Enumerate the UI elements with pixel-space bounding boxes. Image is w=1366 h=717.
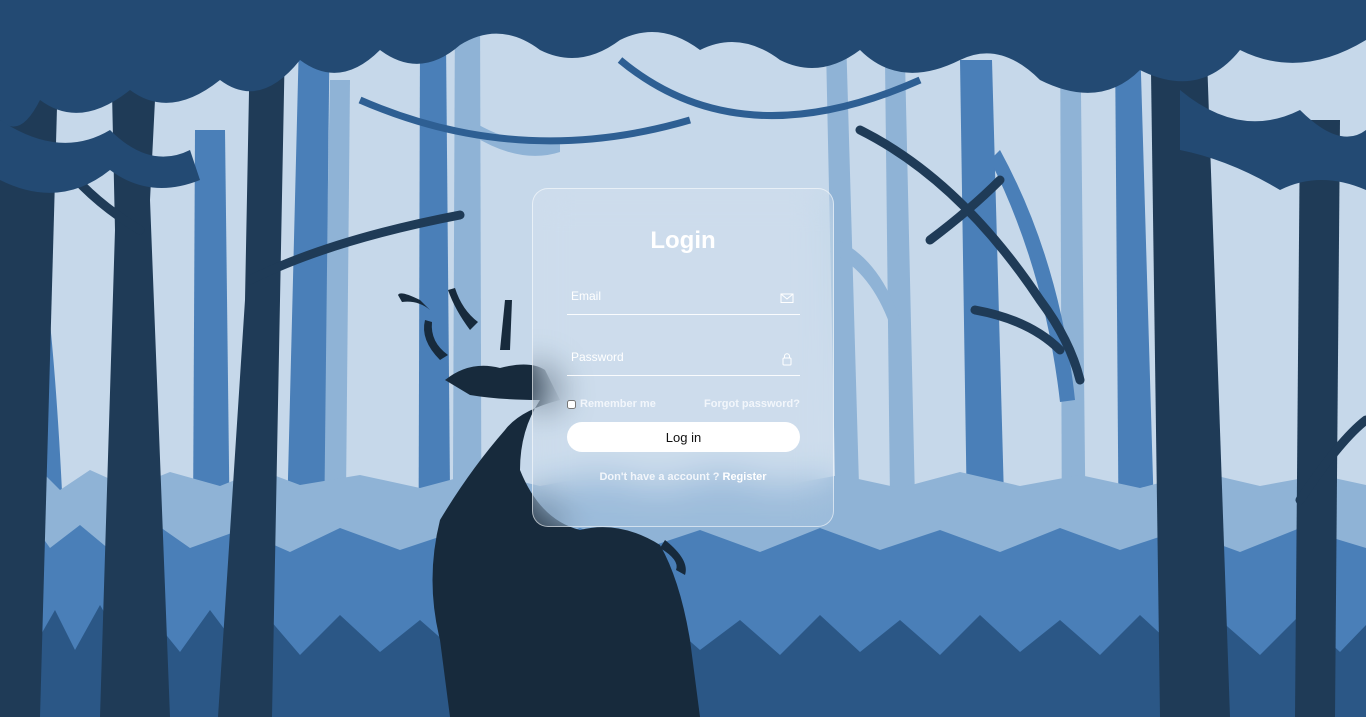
- register-prompt: Don't have a account ?: [599, 471, 720, 483]
- email-input[interactable]: [567, 281, 777, 311]
- lock-icon: [782, 353, 792, 366]
- forgot-password-link[interactable]: Forgot password?: [704, 398, 800, 410]
- envelope-icon: [780, 293, 794, 303]
- remember-me-label: Remember me: [580, 398, 656, 410]
- password-input[interactable]: [567, 342, 777, 372]
- password-field: [567, 342, 800, 376]
- remember-me[interactable]: Remember me: [567, 398, 656, 410]
- register-link[interactable]: Register: [723, 471, 767, 483]
- login-button[interactable]: Log in: [567, 422, 800, 452]
- remember-me-checkbox[interactable]: [567, 399, 576, 409]
- email-field: [567, 281, 800, 315]
- register-line: Don't have a account ? Register: [533, 471, 833, 483]
- login-title: Login: [650, 227, 716, 254]
- remember-forgot-row: Remember me Forgot password?: [567, 398, 800, 412]
- login-card: Login Remember me Forgot password? Log i…: [532, 188, 834, 527]
